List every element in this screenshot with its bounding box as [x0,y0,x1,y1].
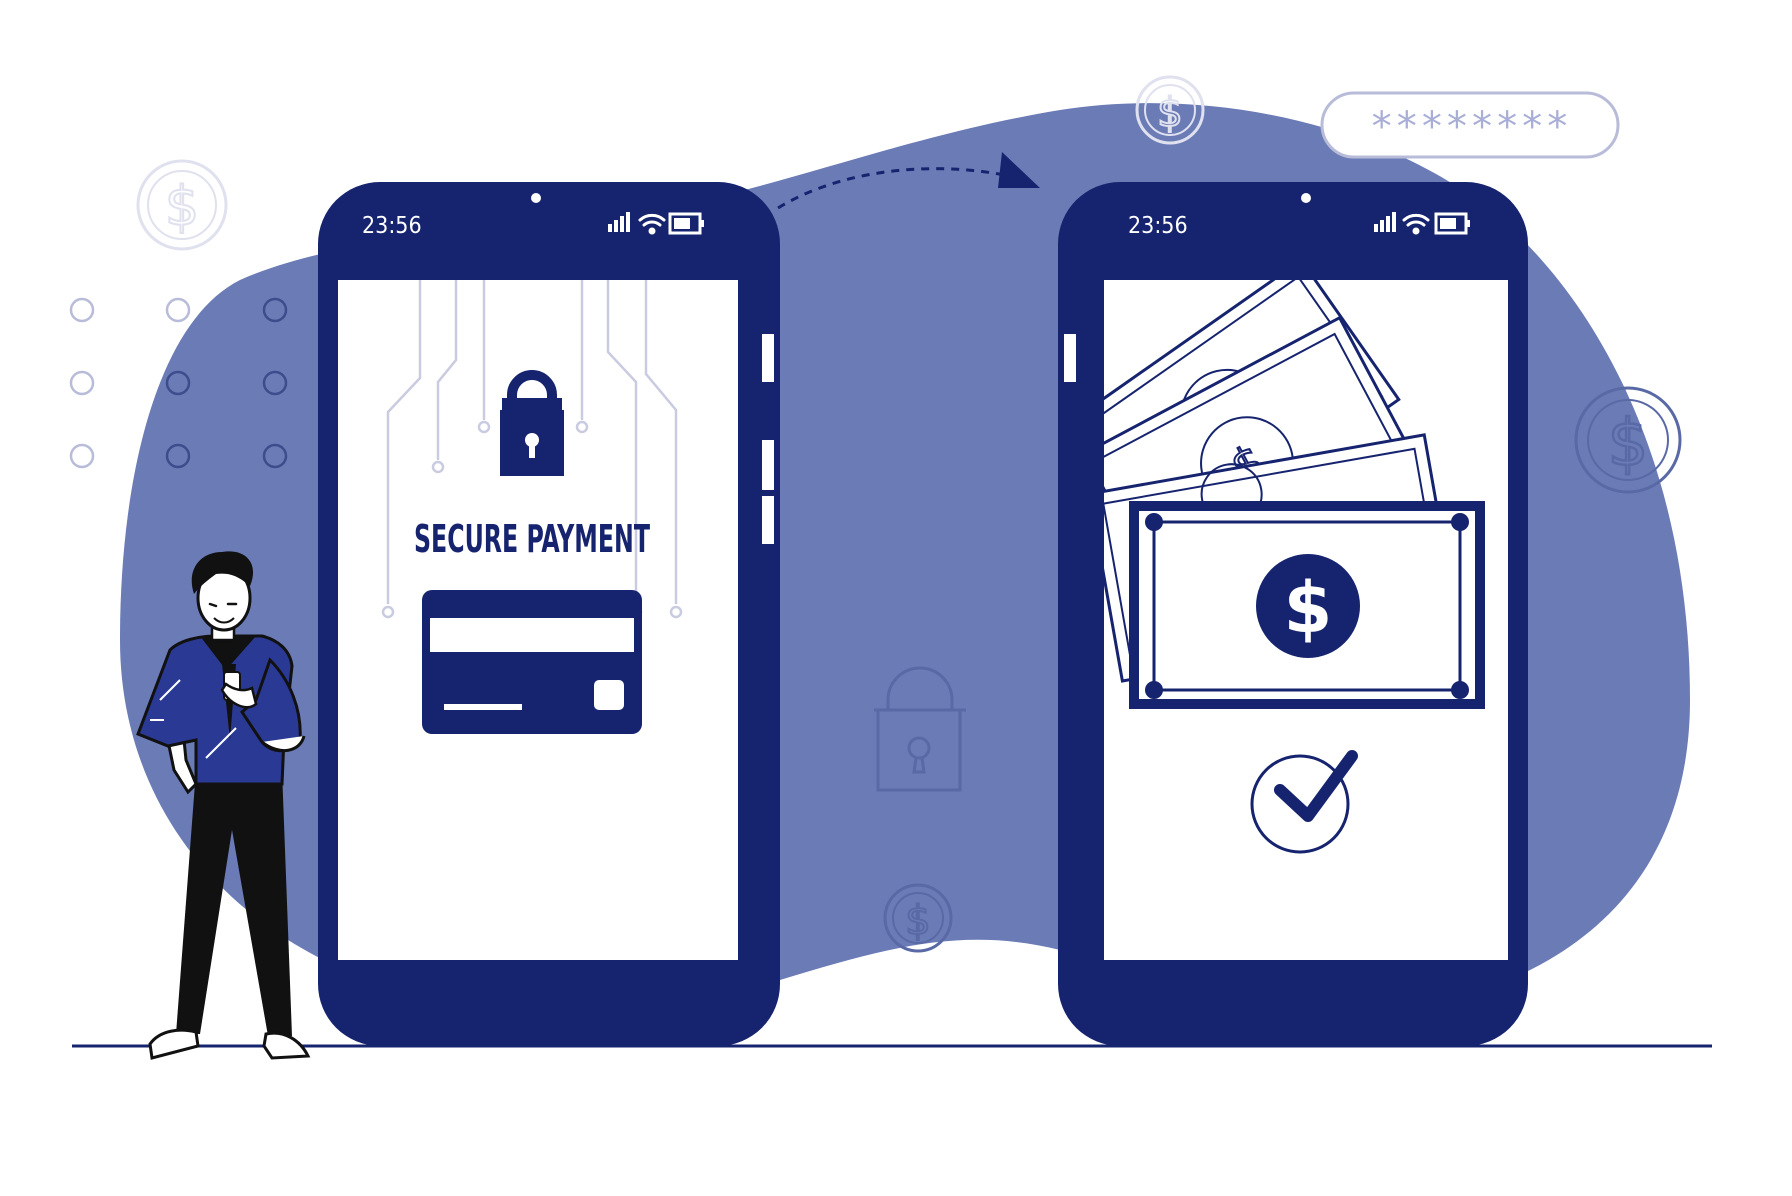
password-value: ******** [1370,104,1571,150]
svg-text:$: $ [905,898,930,944]
dollar-coin-icon: $ [1256,554,1360,658]
phone-right: 23:56 $ $ [1058,182,1528,1046]
status-time: 23:56 [1128,213,1188,239]
credit-card-icon [422,590,642,734]
svg-text:$: $ [165,175,199,238]
secure-payment-illustration: $ $ $ $ ******** 23:56 SECURE PAYMENT 23… [69,75,1712,1060]
svg-text:$: $ [1284,567,1333,649]
phone-left: 23:56 SECURE PAYMENT [318,182,780,1046]
svg-text:$: $ [1157,90,1182,136]
password-field[interactable]: ******** [1320,91,1620,159]
status-time: 23:56 [362,213,422,239]
secure-payment-title: SECURE PAYMENT [414,517,650,561]
svg-text:$: $ [1608,407,1649,481]
dollar-coin-icon: $ [136,159,228,251]
